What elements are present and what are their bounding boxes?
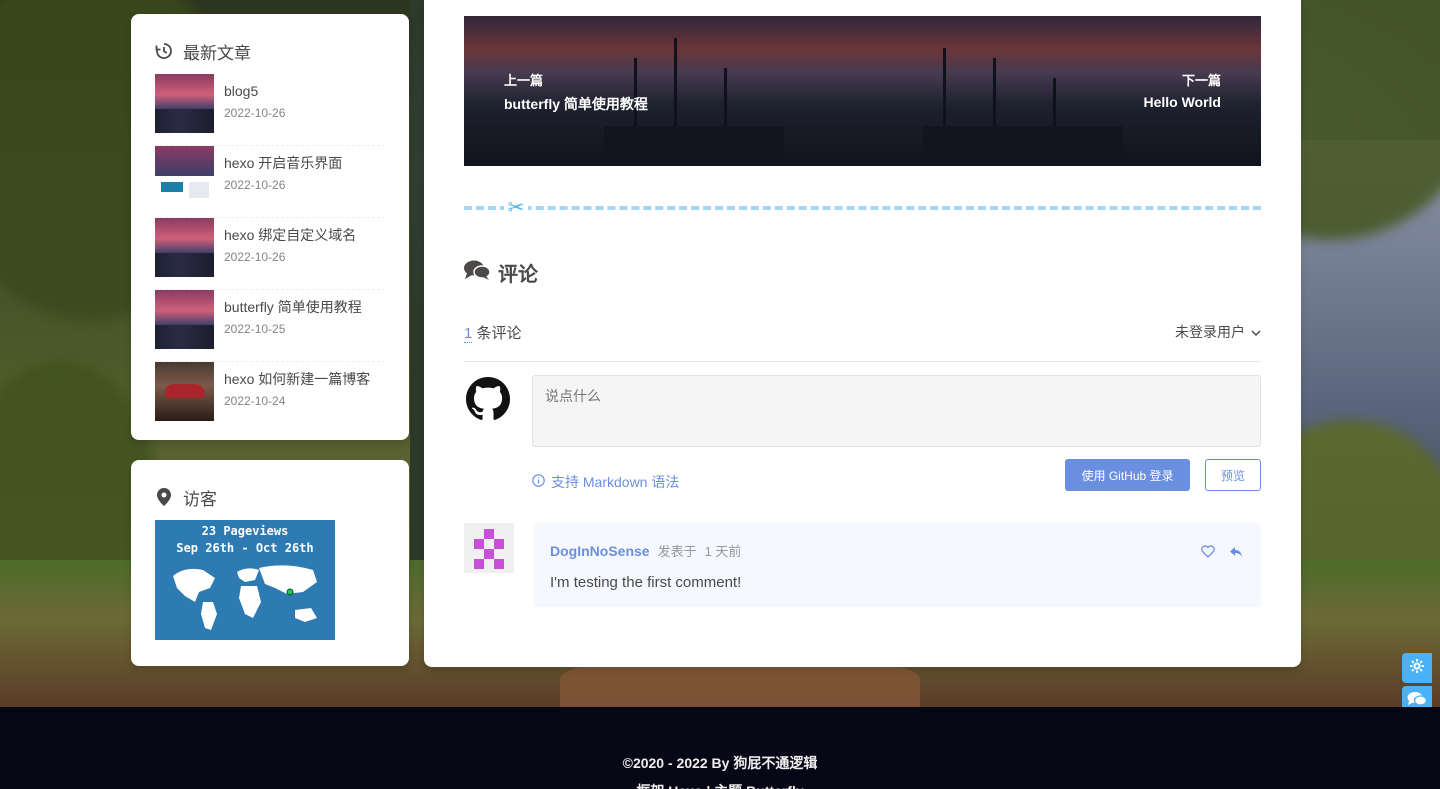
github-login-button[interactable]: 使用 GitHub 登录 xyxy=(1065,459,1190,491)
post-thumbnail[interactable] xyxy=(155,74,214,133)
history-icon xyxy=(155,42,173,60)
user-login-dropdown[interactable]: 未登录用户 xyxy=(1175,322,1261,342)
post-thumbnail[interactable] xyxy=(155,146,214,205)
post-pagination: 上一篇 butterfly 简单使用教程 下一篇 Hello World xyxy=(464,16,1261,166)
markdown-tip-text: 支持 Markdown 语法 xyxy=(551,474,680,490)
prev-post-title: butterfly 简单使用教程 xyxy=(504,96,648,112)
next-post-label: 下一篇 xyxy=(1181,73,1221,88)
recent-posts-card: 最新文章 blog5 2022-10-26 hexo 开启音乐界面 2022-1… xyxy=(131,14,409,440)
next-post-title: Hello World xyxy=(1143,94,1221,110)
comment-count-row: 1 条评论 未登录用户 xyxy=(464,322,1261,362)
post-title-link[interactable]: hexo 开启音乐界面 xyxy=(224,154,342,172)
post-thumbnail[interactable] xyxy=(155,218,214,277)
map-marker-icon xyxy=(155,488,173,506)
scissors-icon: ✂ xyxy=(504,195,528,219)
visitors-card: 访客 23 Pageviews Sep 26th - Oct 26th xyxy=(131,460,409,666)
recent-posts-header: 最新文章 xyxy=(155,40,385,63)
footer-copyright: ©2020 - 2022 By 狗屁不通逻辑 xyxy=(622,755,818,771)
post-thumbnail[interactable] xyxy=(155,290,214,349)
post-title-link[interactable]: hexo 如何新建一篇博客 xyxy=(224,370,370,388)
recent-post-item[interactable]: hexo 绑定自定义域名 2022-10-26 xyxy=(155,218,385,290)
post-date: 2022-10-25 xyxy=(224,322,286,336)
post-title-link[interactable]: hexo 绑定自定义域名 xyxy=(224,226,356,244)
commenter-avatar[interactable] xyxy=(464,523,514,573)
login-state-label: 未登录用户 xyxy=(1175,324,1245,340)
recent-post-item[interactable]: blog5 2022-10-26 xyxy=(155,74,385,146)
post-date: 2022-10-26 xyxy=(224,106,286,120)
recent-posts-list: blog5 2022-10-26 hexo 开启音乐界面 2022-10-26 … xyxy=(155,74,385,434)
post-date: 2022-10-24 xyxy=(224,394,286,408)
prev-post-label: 上一篇 xyxy=(504,73,544,88)
markdown-tip-link[interactable]: 支持 Markdown 语法 xyxy=(532,472,679,492)
comment-item: DogInNoSense 发表于 1 天前 I'm testing the fi… xyxy=(464,523,1261,607)
footer-framework: 框架 Hexo | 主题 Butterfly xyxy=(0,781,1440,789)
comments-heading-text: 评论 xyxy=(498,264,538,286)
recent-post-item[interactable]: hexo 如何新建一篇博客 2022-10-24 xyxy=(155,362,385,434)
comment-count: 1 xyxy=(464,325,473,343)
site-footer: ©2020 - 2022 By 狗屁不通逻辑 框架 Hexo | 主题 Butt… xyxy=(0,707,1440,789)
visitors-title: 访客 xyxy=(183,489,217,509)
visitor-map[interactable]: 23 Pageviews Sep 26th - Oct 26th xyxy=(155,520,335,640)
comment-posted-label: 发表于 xyxy=(657,544,697,559)
github-avatar-icon xyxy=(466,377,510,421)
post-date: 2022-10-26 xyxy=(224,250,286,264)
visitors-header: 访客 xyxy=(155,486,385,509)
recent-post-item[interactable]: butterfly 简单使用教程 2022-10-25 xyxy=(155,290,385,362)
prev-post-link[interactable]: 上一篇 butterfly 简单使用教程 xyxy=(464,16,863,166)
comments-icon xyxy=(464,259,491,287)
info-icon xyxy=(532,474,545,490)
reply-icon[interactable] xyxy=(1229,545,1243,563)
next-post-link[interactable]: 下一篇 Hello World xyxy=(862,16,1261,166)
comment-time: 1 天前 xyxy=(704,544,742,559)
gear-icon xyxy=(1409,658,1425,679)
comment-text: I'm testing the first comment! xyxy=(550,574,742,591)
like-heart-icon[interactable] xyxy=(1201,545,1215,563)
recent-posts-title: 最新文章 xyxy=(183,43,251,63)
comment-author[interactable]: DogInNoSense xyxy=(550,543,650,559)
map-date-range: Sep 26th - Oct 26th xyxy=(176,541,314,555)
preview-button[interactable]: 预览 xyxy=(1205,459,1261,491)
post-main-card: 上一篇 butterfly 简单使用教程 下一篇 Hello World ✂ 评… xyxy=(424,0,1301,667)
recent-post-item[interactable]: hexo 开启音乐界面 2022-10-26 xyxy=(155,146,385,218)
settings-gear-button[interactable] xyxy=(1402,653,1432,683)
post-title-link[interactable]: blog5 xyxy=(224,82,285,100)
comment-input[interactable] xyxy=(532,375,1261,447)
comments-heading: 评论 xyxy=(464,258,538,287)
world-map-graphic xyxy=(173,565,317,630)
post-date: 2022-10-26 xyxy=(224,178,286,192)
post-thumbnail[interactable] xyxy=(155,362,214,421)
comment-count-suffix: 条评论 xyxy=(476,325,522,342)
section-divider xyxy=(464,206,1261,210)
map-pageviews: 23 Pageviews xyxy=(201,524,289,538)
chevron-down-icon xyxy=(1251,324,1261,340)
post-title-link[interactable]: butterfly 简单使用教程 xyxy=(224,298,362,316)
comment-body: DogInNoSense 发表于 1 天前 I'm testing the fi… xyxy=(534,523,1261,607)
